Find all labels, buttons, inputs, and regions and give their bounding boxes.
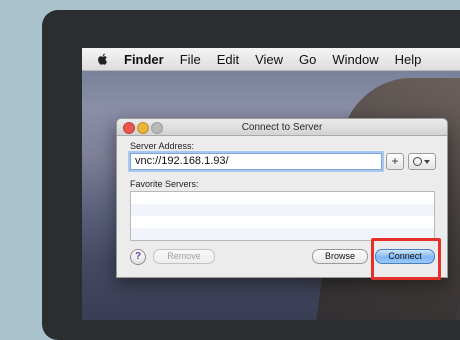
dialog-titlebar[interactable]: Connect to Server bbox=[117, 119, 447, 136]
help-button[interactable]: ? bbox=[130, 249, 146, 265]
dialog-title: Connect to Server bbox=[241, 122, 323, 133]
menu-bar: Finder File Edit View Go Window Help bbox=[82, 48, 460, 71]
clock-icon bbox=[413, 157, 422, 166]
favorite-servers-list[interactable] bbox=[130, 191, 435, 241]
list-item[interactable] bbox=[131, 204, 434, 216]
menu-file[interactable]: File bbox=[180, 52, 201, 67]
list-item[interactable] bbox=[131, 228, 434, 240]
favorite-servers-label: Favorite Servers: bbox=[130, 179, 199, 189]
add-favorite-button[interactable]: + bbox=[386, 153, 404, 170]
server-address-input[interactable]: vnc://192.168.1.93/ bbox=[130, 153, 382, 170]
browse-button[interactable]: Browse bbox=[312, 249, 368, 264]
menu-view[interactable]: View bbox=[255, 52, 283, 67]
remove-button[interactable]: Remove bbox=[153, 249, 215, 264]
apple-icon[interactable] bbox=[96, 52, 110, 66]
menu-edit[interactable]: Edit bbox=[217, 52, 239, 67]
menu-window[interactable]: Window bbox=[332, 52, 378, 67]
menu-help[interactable]: Help bbox=[395, 52, 422, 67]
menu-go[interactable]: Go bbox=[299, 52, 316, 67]
connect-to-server-dialog: Connect to Server Server Address: vnc://… bbox=[116, 118, 448, 278]
recent-servers-button[interactable] bbox=[408, 153, 436, 170]
menu-finder[interactable]: Finder bbox=[124, 52, 164, 67]
list-item[interactable] bbox=[131, 216, 434, 228]
server-address-label: Server Address: bbox=[130, 141, 195, 151]
chevron-down-icon bbox=[424, 160, 430, 164]
list-item[interactable] bbox=[131, 192, 434, 204]
connect-button[interactable]: Connect bbox=[375, 249, 435, 264]
